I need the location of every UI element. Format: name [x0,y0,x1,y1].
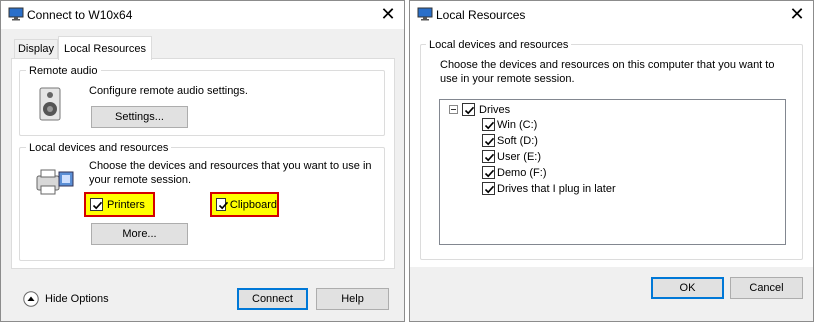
hide-options-label: Hide Options [45,293,109,305]
hide-options-toggle[interactable]: Hide Options [23,291,109,307]
content-panel: Local devices and resources Choose the d… [410,29,813,267]
checkbox-checked-icon [216,198,229,211]
remote-desktop-icon [417,7,433,21]
tree-item[interactable]: Drives that I plug in later [482,182,616,195]
drives-tree[interactable]: Drives Win (C:) Soft (D:) User (E:) Demo… [439,99,786,245]
tree-label: Win (C:) [497,118,538,131]
tree-label: User (E:) [497,150,541,163]
tree-item[interactable]: User (E:) [482,150,541,163]
printers-checkbox[interactable]: Printers [84,192,155,217]
tree-label: Soft (D:) [497,134,538,147]
checkbox-checked-icon [90,198,103,211]
tab-panel: Remote audio Configure remote audio sett… [11,58,395,269]
checkbox-checked-icon[interactable] [482,182,495,195]
checkbox-checked-icon[interactable] [482,134,495,147]
local-resources-dialog: Local Resources ✕ Local devices and reso… [409,0,814,322]
collapse-icon[interactable] [449,105,458,114]
remote-audio-group: Remote audio Configure remote audio sett… [19,65,385,136]
close-button[interactable]: ✕ [376,3,400,25]
group-label: Local devices and resources [26,142,172,154]
checkbox-checked-icon[interactable] [482,166,495,179]
tab-label: Local Resources [64,42,146,55]
tab-label: Display [17,43,55,55]
tree-item[interactable]: Demo (F:) [482,166,547,179]
checkbox-label: Printers [107,198,145,211]
tab-display[interactable]: Display [14,39,58,58]
button-label: OK [679,282,696,294]
title-bar: Local Resources ✕ [410,1,813,29]
remote-desktop-icon [8,7,24,21]
remote-audio-description: Configure remote audio settings. [89,85,248,97]
local-devices-description-line2: your remote session. [89,174,192,186]
tree-label: Demo (F:) [497,166,547,179]
devices-icon [35,164,75,201]
more-button[interactable]: More... [91,223,188,245]
button-label: Settings... [115,111,164,123]
button-label: More... [122,228,157,240]
tree-root-drives[interactable]: Drives [449,103,510,116]
button-label: Connect [252,293,293,305]
tree-label: Drives that I plug in later [497,182,616,195]
group-label: Local devices and resources [426,39,572,51]
title-bar: Connect to W10x64 ✕ [1,1,404,29]
cancel-button[interactable]: Cancel [730,277,803,299]
button-label: Cancel [749,282,784,294]
checkbox-checked-icon[interactable] [482,118,495,131]
description-line2: use in your remote session. [440,73,575,85]
group-label: Remote audio [26,65,101,77]
clipboard-checkbox[interactable]: Clipboard [210,192,279,217]
ok-button[interactable]: OK [651,277,724,299]
window-title: Local Resources [436,8,526,22]
button-label: Help [341,293,364,305]
local-devices-group: Local devices and resources Choose the d… [420,39,803,260]
speaker-icon [38,87,64,126]
description-line1: Choose the devices and resources on this… [440,59,775,71]
tree-item[interactable]: Soft (D:) [482,134,538,147]
checkbox-label: Clipboard [229,198,277,211]
close-button[interactable]: ✕ [785,3,809,25]
connect-dialog: Connect to W10x64 ✕ Display Local Resour… [0,0,405,322]
window-title: Connect to W10x64 [27,8,133,22]
chevron-up-icon [23,291,39,307]
checkbox-checked-icon[interactable] [482,150,495,163]
connect-button[interactable]: Connect [237,288,308,310]
tree-label: Drives [479,103,511,116]
tab-local-resources[interactable]: Local Resources [58,36,152,60]
help-button[interactable]: Help [316,288,389,310]
local-devices-description-line1: Choose the devices and resources that yo… [89,160,372,172]
settings-button[interactable]: Settings... [91,106,188,128]
tree-item[interactable]: Win (C:) [482,118,537,131]
checkbox-checked-icon[interactable] [462,103,475,116]
local-devices-group: Local devices and resources Choose the d… [19,142,385,261]
